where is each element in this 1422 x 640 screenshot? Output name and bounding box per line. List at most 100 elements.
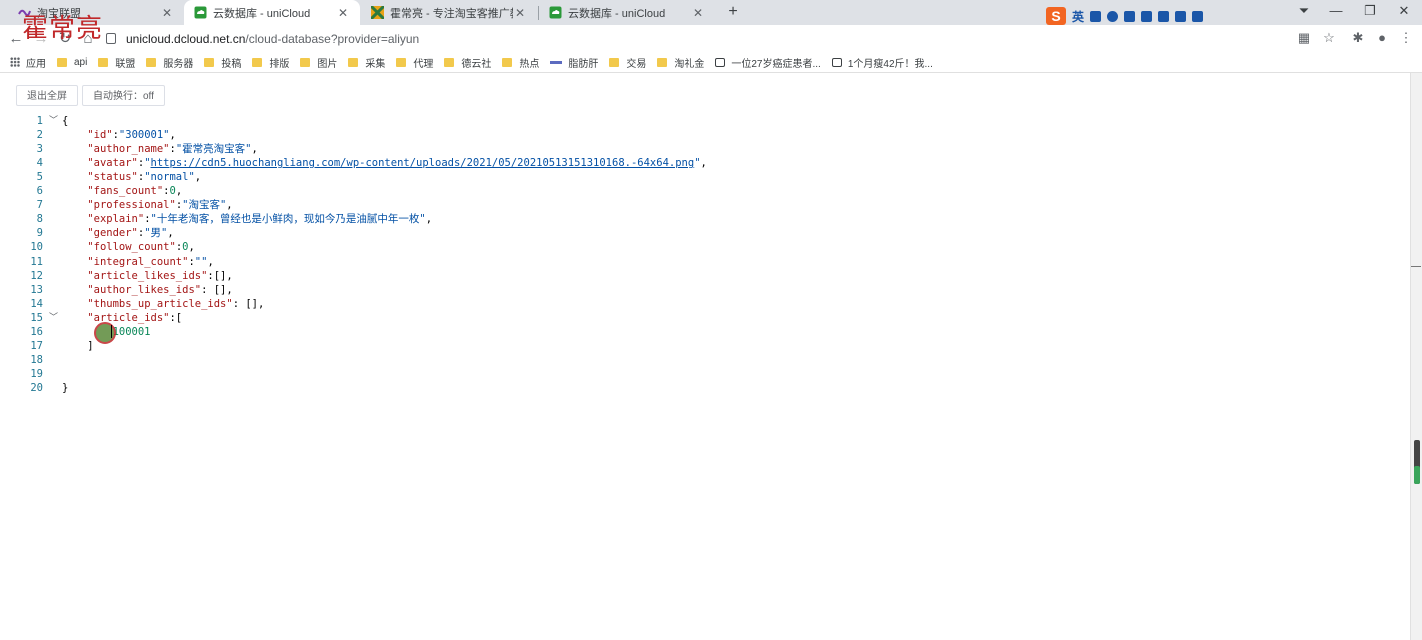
bookmark-item[interactable]: 一位27岁癌症患者... xyxy=(715,55,821,70)
bookmark-item[interactable]: api xyxy=(57,57,87,68)
json-code-editor[interactable]: 1 ﹀{2 "id":"300001", 3 "author_name":"霍常亮淘… xyxy=(0,114,1410,640)
bookmark-label: 脂肪肝 xyxy=(568,58,599,70)
code-line[interactable]: 11 "integral_count":"", xyxy=(0,255,1400,269)
code-line[interactable]: 12 "article_likes_ids":[], xyxy=(0,269,1400,283)
maximize-button[interactable]: ❐ xyxy=(1360,3,1380,19)
code-text[interactable]: "status":"normal", xyxy=(62,170,201,184)
code-line[interactable]: 1 ﹀{ xyxy=(0,114,1400,128)
code-text[interactable]: "professional":"淘宝客", xyxy=(62,198,232,212)
close-tab-icon[interactable]: ✕ xyxy=(691,6,705,20)
code-text[interactable]: "thumbs_up_article_ids": [], xyxy=(62,297,264,311)
code-text[interactable]: ] xyxy=(62,339,93,353)
grid-menu-icon[interactable] xyxy=(1192,10,1204,22)
code-text[interactable]: "fans_count":0, xyxy=(62,184,182,198)
lock-icon[interactable] xyxy=(106,33,116,44)
punctuation-icon[interactable] xyxy=(1090,10,1102,22)
minimize-button[interactable]: — xyxy=(1326,3,1346,18)
bookmark-item[interactable]: 排版 xyxy=(252,55,289,70)
code-line[interactable]: 15 ﹀ "article_ids":[ xyxy=(0,311,1400,325)
bookmark-item[interactable]: 联盟 xyxy=(98,55,135,70)
close-tab-icon[interactable]: ✕ xyxy=(513,6,527,20)
close-tab-icon[interactable]: ✕ xyxy=(160,6,174,20)
code-text[interactable]: "follow_count":0, xyxy=(62,240,195,254)
close-window-button[interactable]: ✕ xyxy=(1394,3,1414,19)
code-line[interactable]: 19 xyxy=(0,367,1400,381)
tab-unicloud-database-2[interactable]: 云数据库 - uniCloud ✕ xyxy=(539,0,715,25)
tab-huochangliang[interactable]: 霍常亮 - 专注淘宝客推广教程分享 ✕ xyxy=(361,0,537,25)
bookmark-label: 投稿 xyxy=(221,58,242,70)
code-line[interactable]: 4 "avatar":"https://cdn5.huochangliang.c… xyxy=(0,156,1400,170)
code-line[interactable]: 10 "follow_count":0, xyxy=(0,240,1400,254)
bookmark-item[interactable]: 德云社 xyxy=(444,55,491,70)
code-line[interactable]: 16 100001 xyxy=(0,325,1400,339)
code-text[interactable]: "article_likes_ids":[], xyxy=(62,269,232,283)
editor-scrollbar[interactable] xyxy=(1410,73,1422,640)
fold-chevron-icon[interactable]: ﹀ xyxy=(49,311,59,325)
bookmark-item[interactable]: 1个月瘦42斤！我... xyxy=(831,55,933,70)
code-line[interactable]: 14 "thumbs_up_article_ids": [], xyxy=(0,297,1400,311)
word-wrap-toggle-button[interactable]: 自动换行：off xyxy=(82,85,165,106)
user-icon[interactable] xyxy=(1158,10,1170,22)
line-number: 15 xyxy=(30,311,43,324)
line-number: 8 xyxy=(36,213,43,226)
profile-dropdown-icon[interactable]: ⏷ xyxy=(1294,3,1314,19)
code-line[interactable]: 18 xyxy=(0,353,1400,367)
microphone-icon[interactable] xyxy=(1124,10,1136,22)
keyboard-icon[interactable] xyxy=(1141,10,1153,22)
tab-strip: 淘宝联盟 ✕ 云数据库 - uniCloud ✕ 霍常亮 - 专注淘宝客推广教程… xyxy=(0,0,1422,25)
menu-kebab-icon[interactable]: ⋮ xyxy=(1398,30,1414,46)
new-tab-button[interactable]: + xyxy=(723,2,743,22)
code-text[interactable]: "avatar":"https://cdn5.huochangliang.com… xyxy=(62,156,707,170)
tab-unicloud-database[interactable]: 云数据库 - uniCloud ✕ xyxy=(184,0,360,25)
code-text[interactable]: "id":"300001", xyxy=(62,128,176,142)
code-line[interactable]: 20} xyxy=(0,381,1400,395)
bookmark-item[interactable]: 淘礼金 xyxy=(657,55,704,70)
bookmark-item[interactable]: 投稿 xyxy=(204,55,241,70)
watermark-text: 霍常亮 xyxy=(22,14,104,44)
code-line[interactable]: 9 "gender":"男", xyxy=(0,226,1400,240)
bookmark-item[interactable]: 交易 xyxy=(609,55,646,70)
ime-language-label[interactable]: 英 xyxy=(1072,8,1084,25)
code-text[interactable]: "gender":"男", xyxy=(62,226,173,240)
code-line[interactable]: 5 "status":"normal", xyxy=(0,170,1400,184)
bookmark-item[interactable]: 代理 xyxy=(396,55,433,70)
close-tab-icon[interactable]: ✕ xyxy=(336,6,350,20)
bookmark-item[interactable]: 应用 xyxy=(0,55,46,70)
emoji-icon[interactable] xyxy=(1107,10,1119,22)
bookmark-label: 排版 xyxy=(269,58,290,70)
code-line[interactable]: 17 ] xyxy=(0,339,1400,353)
address-bar[interactable]: unicloud.dcloud.net.cn/cloud-database?pr… xyxy=(106,28,1286,49)
code-text[interactable]: "article_ids":[ xyxy=(62,311,182,325)
bookmark-item[interactable]: 脂肪肝 xyxy=(550,55,598,70)
fold-chevron-icon[interactable]: ﹀ xyxy=(49,114,59,128)
code-text[interactable]: "integral_count":"", xyxy=(62,255,213,269)
code-line[interactable]: 7 "professional":"淘宝客", xyxy=(0,198,1400,212)
code-text[interactable]: "explain":"十年老淘客，曾经也是小鲜肉，现如今乃是油腻中年一枚", xyxy=(62,212,432,226)
code-line[interactable]: 2 "id":"300001", xyxy=(0,128,1400,142)
code-line[interactable]: 3 "author_name":"霍常亮淘宝客", xyxy=(0,142,1400,156)
bookmark-item[interactable]: 图片 xyxy=(300,55,337,70)
profile-avatar-icon[interactable]: ● xyxy=(1374,30,1390,46)
exit-fullscreen-button[interactable]: 退出全屏 xyxy=(16,85,78,106)
qr-code-icon[interactable]: ▦ xyxy=(1296,30,1312,46)
url-text[interactable]: unicloud.dcloud.net.cn/cloud-database?pr… xyxy=(126,32,419,46)
extensions-icon[interactable]: ✱ xyxy=(1350,30,1366,46)
folder-icon xyxy=(348,57,359,67)
bookmark-item[interactable]: 采集 xyxy=(348,55,385,70)
code-text[interactable]: "author_name":"霍常亮淘宝客", xyxy=(62,142,258,156)
bookmark-star-icon[interactable]: ☆ xyxy=(1321,30,1337,46)
code-text[interactable]: } xyxy=(62,381,68,395)
ime-toolbar[interactable]: S 英 xyxy=(1046,7,1204,25)
bookmark-item[interactable]: 热点 xyxy=(502,55,539,70)
code-line[interactable]: 8 "explain":"十年老淘客，曾经也是小鲜肉，现如今乃是油腻中年一枚", xyxy=(0,212,1400,226)
bookmark-label: 代理 xyxy=(413,58,434,70)
code-line[interactable]: 13 "author_likes_ids": [], xyxy=(0,283,1400,297)
skin-icon[interactable] xyxy=(1175,10,1187,22)
code-line[interactable]: 6 "fans_count":0, xyxy=(0,184,1400,198)
code-text[interactable]: "author_likes_ids": [], xyxy=(62,283,232,297)
code-text[interactable]: { xyxy=(62,114,68,128)
bookmark-item[interactable]: 服务器 xyxy=(146,55,193,70)
scrollbar-marker xyxy=(1411,266,1421,267)
line-number: 2 xyxy=(36,129,43,142)
line-number: 12 xyxy=(30,269,43,282)
